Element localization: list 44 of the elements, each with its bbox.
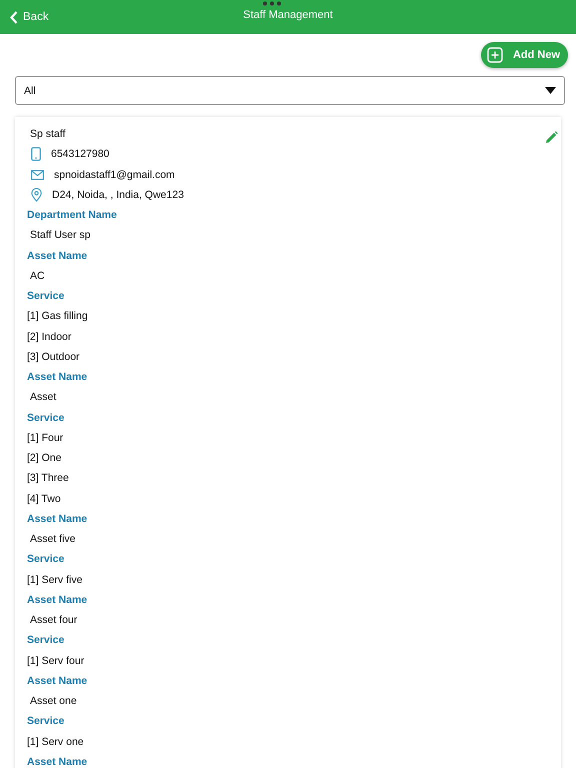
page-title: Staff Management bbox=[243, 9, 333, 21]
chevron-left-icon bbox=[10, 10, 18, 24]
mail-icon bbox=[31, 170, 44, 180]
section-heading: Asset Name bbox=[27, 674, 88, 689]
section-heading: Asset Name bbox=[27, 512, 88, 527]
section-heading: Service bbox=[27, 714, 66, 730]
field-value: Staff User sp bbox=[29, 228, 92, 244]
service-item: [1] Serv five bbox=[27, 572, 84, 588]
field-value: Asset four bbox=[29, 613, 78, 628]
field-value: Asset bbox=[29, 390, 58, 406]
back-button[interactable]: Back bbox=[0, 10, 49, 24]
plus-square-icon bbox=[486, 47, 503, 63]
field-value: AC bbox=[29, 268, 46, 284]
section-heading: Service bbox=[27, 289, 66, 304]
email-address: spnoidastaff1@gmail.com bbox=[54, 168, 175, 181]
section-heading: Asset Name bbox=[27, 248, 88, 264]
service-item: [1] Serv one bbox=[27, 734, 85, 750]
section-heading: Service bbox=[27, 410, 66, 426]
more-dots-icon[interactable] bbox=[262, 1, 282, 6]
filter-dropdown[interactable]: All bbox=[15, 76, 565, 105]
section-heading: Asset Name bbox=[27, 754, 88, 768]
service-item: [1] Serv four bbox=[27, 654, 86, 668]
caret-down-icon bbox=[545, 87, 556, 94]
staff-name: Sp staff bbox=[29, 127, 66, 142]
service-item: [1] Gas filling bbox=[27, 309, 89, 324]
field-value: Asset one bbox=[29, 694, 78, 709]
location-pin-icon bbox=[31, 188, 42, 202]
section-heading: Asset Name bbox=[27, 370, 88, 385]
service-item: [1] Four bbox=[27, 430, 64, 446]
section-heading: Asset Name bbox=[27, 592, 88, 608]
address: D24, Noida, , India, Qwe123 bbox=[52, 188, 184, 201]
field-value: Asset five bbox=[29, 532, 77, 547]
section-heading: Service bbox=[27, 552, 66, 568]
phone-icon bbox=[31, 147, 41, 162]
service-item: [2] One bbox=[27, 451, 62, 466]
pencil-icon[interactable] bbox=[545, 131, 558, 144]
service-item: [3] Three bbox=[27, 471, 70, 486]
service-item: [2] Indoor bbox=[27, 330, 72, 344]
phone-number: 6543127980 bbox=[51, 148, 110, 160]
add-new-button[interactable]: Add New bbox=[480, 42, 568, 68]
service-item: [3] Outdoor bbox=[27, 350, 81, 365]
section-heading: Department Name bbox=[27, 208, 118, 223]
section-heading: Service bbox=[27, 633, 66, 648]
service-item: [4] Two bbox=[27, 492, 62, 506]
